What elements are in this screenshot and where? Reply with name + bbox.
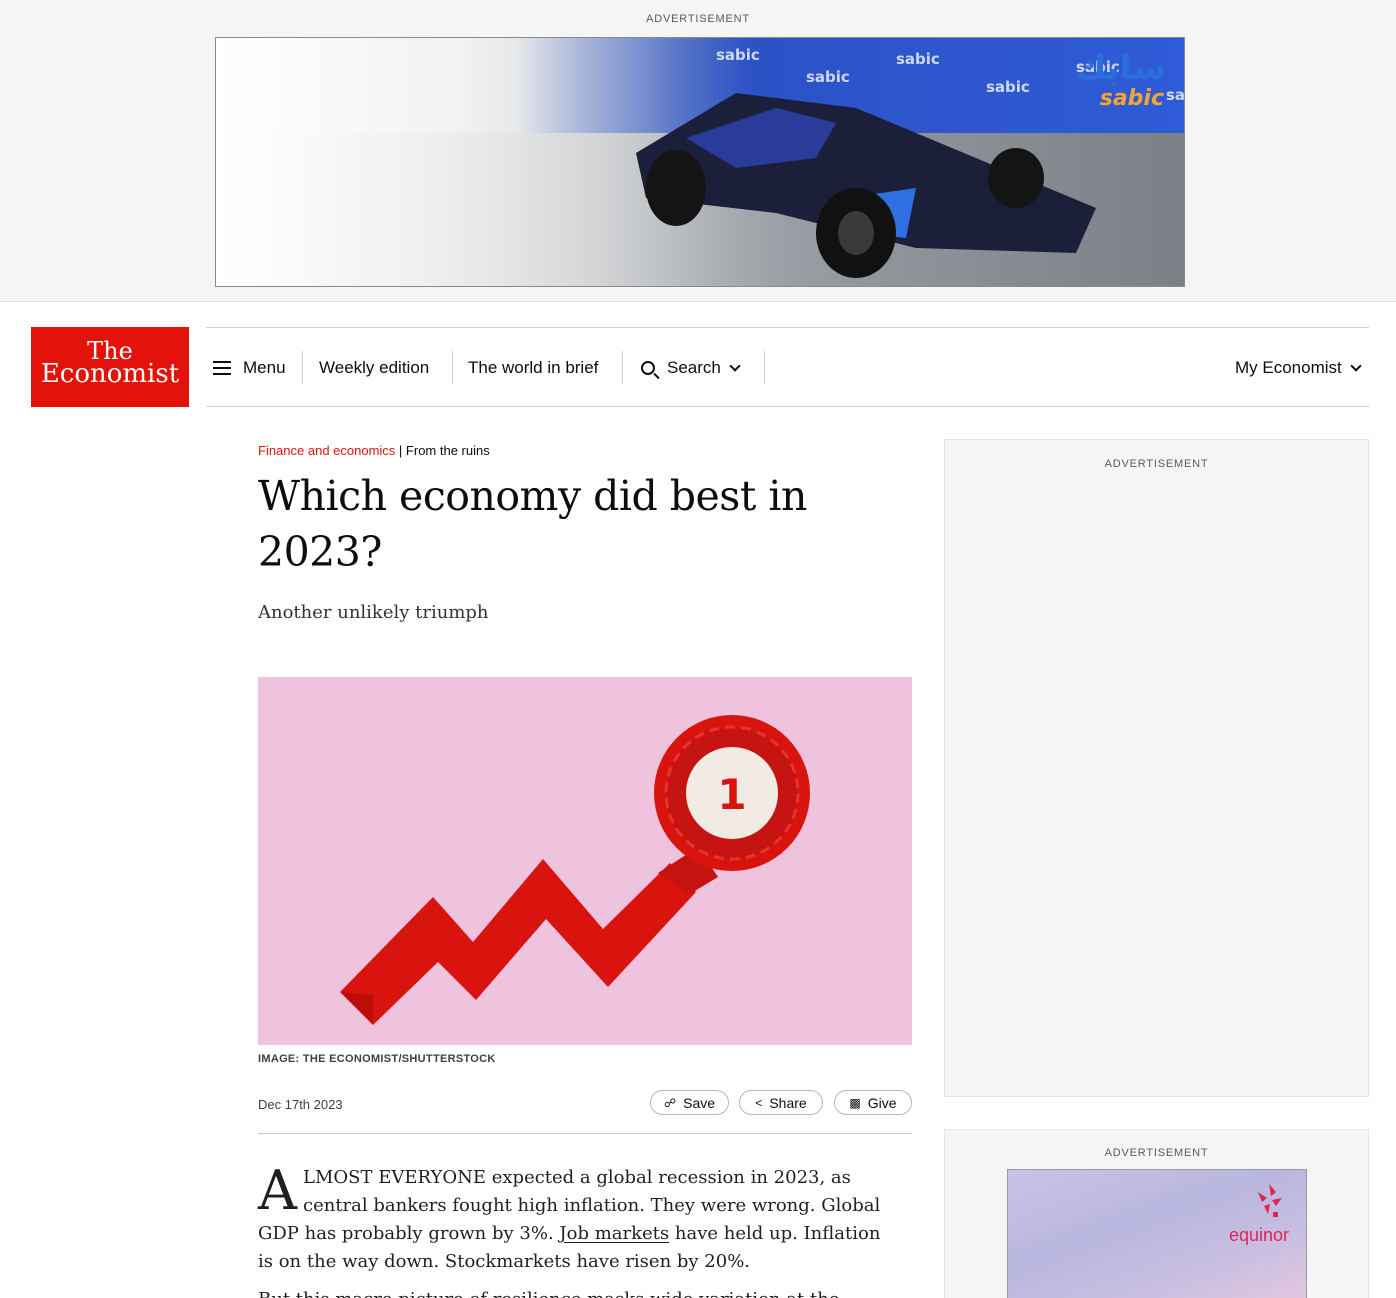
flytitle: From the ruins [405, 443, 490, 458]
save-button[interactable]: ☍ Save [650, 1090, 729, 1115]
sidebar-ad-slot: ADVERTISEMENT [944, 439, 1369, 1097]
nav-world-in-brief[interactable]: The world in brief [468, 352, 598, 384]
search-icon [641, 361, 655, 375]
sidebar-ad-slot-2: ADVERTISEMENT equinor [944, 1129, 1369, 1298]
equinor-star-icon [1258, 1184, 1282, 1217]
sidebar-ad-label: ADVERTISEMENT [1104, 1147, 1209, 1159]
image-credit: IMAGE: THE ECONOMIST/SHUTTERSTOCK [258, 1053, 496, 1065]
job-markets-link[interactable]: Job markets [559, 1223, 669, 1244]
share-label: Share [769, 1094, 807, 1111]
nav-divider [764, 351, 765, 384]
rising-ribbon-illustration: 1 [340, 715, 810, 1025]
body-text-b: has probably grown by 3%. [298, 1223, 560, 1244]
search-label: Search [667, 358, 721, 377]
equinor-ad-banner[interactable]: equinor [1007, 1169, 1307, 1298]
next-paragraph-partial: But this macro picture of resilience mas… [258, 1289, 898, 1298]
section-link[interactable]: Finance and economics [258, 443, 395, 458]
gdp-abbr: GDP [258, 1223, 299, 1244]
article-kicker: Finance and economics | From the ruins [258, 443, 490, 458]
article-subhead: Another unlikely triumph [258, 602, 489, 623]
article-hero-image: 1 [258, 677, 912, 1045]
kicker-separator: | [395, 443, 406, 458]
sabic-ad-banner[interactable]: sabic sabic sabic sabic sabic sabic سابك… [215, 37, 1185, 287]
hamburger-icon [213, 361, 231, 375]
share-button[interactable]: < Share [739, 1090, 823, 1115]
menu-label: Menu [243, 358, 286, 377]
give-label: Give [867, 1094, 897, 1111]
logo-line-economist: Economist [40, 359, 180, 389]
bookmark-icon: ☍ [663, 1095, 677, 1110]
lead-in: LMOST EVERYONE [303, 1167, 487, 1188]
sabic-logo: sabic [1099, 86, 1164, 111]
nav-weekly-edition[interactable]: Weekly edition [319, 352, 429, 384]
my-economist-label: My Economist [1235, 358, 1342, 377]
menu-button[interactable]: Menu [213, 352, 286, 384]
sidebar-ad-label: ADVERTISEMENT [1104, 458, 1209, 470]
sabic-arabic-logo: سابك [1075, 48, 1166, 88]
main-navigation: Menu Weekly edition The world in brief S… [206, 327, 1369, 407]
nav-world-label: The world in brief [468, 358, 599, 377]
rosette-badge-number: 1 [717, 770, 746, 819]
chevron-down-icon [729, 359, 741, 372]
save-label: Save [683, 1094, 716, 1111]
my-economist-button[interactable]: My Economist [1235, 352, 1362, 384]
nav-divider [622, 351, 623, 384]
top-ad-band: ADVERTISEMENT sabic sabic sabic sabic sa… [0, 0, 1396, 302]
nav-divider [302, 351, 303, 384]
article-date: Dec 17th 2023 [258, 1097, 343, 1112]
search-button[interactable]: Search [641, 352, 741, 384]
nav-divider [452, 351, 453, 384]
race-car-image [636, 93, 1096, 278]
article-divider [258, 1133, 912, 1134]
top-ad-label: ADVERTISEMENT [646, 13, 750, 25]
drop-cap: A [258, 1159, 297, 1222]
article-headline: Which economy did best in 2023? [258, 472, 807, 576]
share-icon: < [755, 1095, 763, 1110]
article-body-paragraph: A LMOST EVERYONE expected a global recess… [258, 1164, 898, 1276]
economist-logo[interactable]: The Economist [31, 327, 189, 407]
gift-icon: ▩ [849, 1095, 861, 1110]
equinor-logo-text: equinor [1228, 1225, 1289, 1245]
give-button[interactable]: ▩ Give [834, 1090, 912, 1115]
chevron-down-icon [1350, 359, 1362, 372]
nav-weekly-label: Weekly edition [319, 358, 430, 377]
